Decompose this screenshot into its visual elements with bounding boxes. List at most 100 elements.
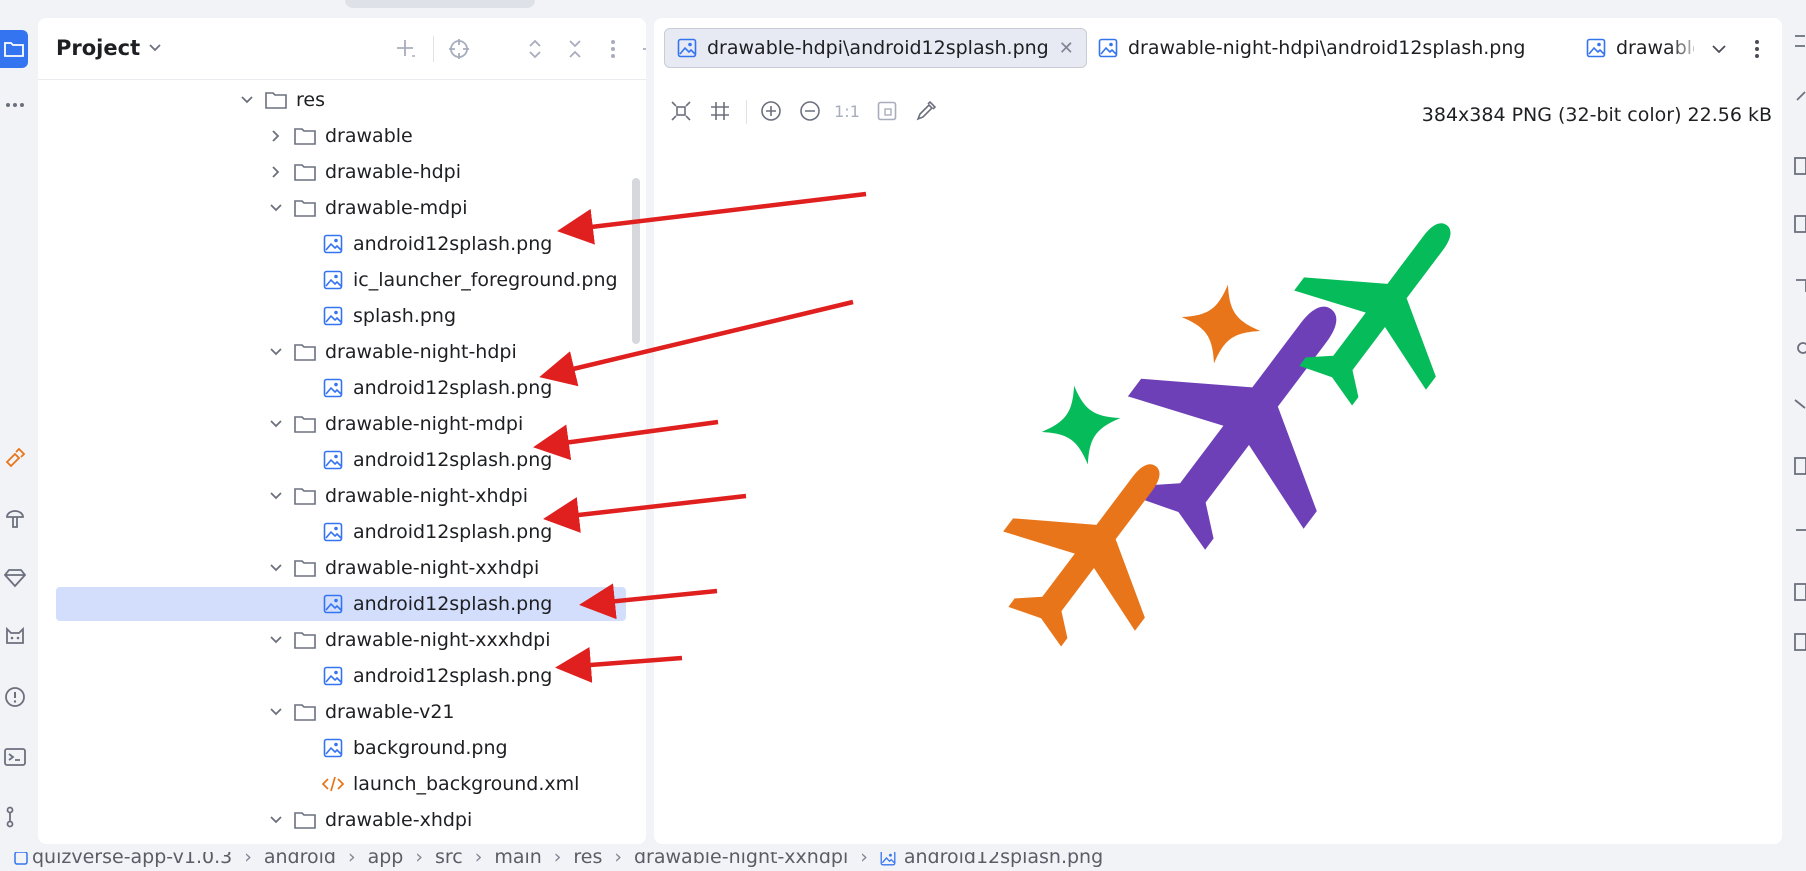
tree-folder-drawable-night-xxhdpi[interactable]: drawable-night-xxhdpi xyxy=(56,551,626,585)
tree-file-launch-background[interactable]: launch_background.xml xyxy=(56,767,626,801)
chevron-down-icon[interactable] xyxy=(265,413,287,435)
expand-all-icon[interactable] xyxy=(522,36,548,62)
fit-zoom-icon[interactable] xyxy=(668,98,694,124)
device-manager-button[interactable] xyxy=(0,502,30,536)
project-tool-button[interactable] xyxy=(0,30,28,68)
editor-tab-bar: drawable-hdpi\android12splash.png ✕ draw… xyxy=(654,18,1782,80)
zoom-in-icon[interactable] xyxy=(758,98,784,124)
tree-item-label: launch_background.xml xyxy=(353,773,580,795)
terminal-icon xyxy=(4,748,26,766)
close-icon[interactable]: ✕ xyxy=(1059,38,1074,59)
breadcrumb-separator: › xyxy=(614,852,622,868)
right-tool-strip xyxy=(1787,0,1806,871)
orange-plane-shape xyxy=(968,416,1222,677)
logcat-tool-button[interactable] xyxy=(0,620,30,654)
project-panel: Project res drawable drawable-hdpi drawa… xyxy=(38,18,646,844)
left-tool-strip xyxy=(0,0,36,871)
gem-tool-button[interactable] xyxy=(0,560,30,594)
chevron-down-icon[interactable] xyxy=(265,341,287,363)
chevron-down-icon[interactable] xyxy=(236,89,258,111)
folder-icon xyxy=(4,42,24,57)
breadcrumb-res[interactable]: res xyxy=(573,852,602,867)
tree-item-label: drawable-night-hdpi xyxy=(325,341,517,363)
problems-tool-button[interactable] xyxy=(0,680,30,714)
tab-label: drawable-hdpi\android12splash.png xyxy=(707,37,1049,59)
hide-panel-icon[interactable] xyxy=(640,36,646,62)
chevron-down-icon[interactable] xyxy=(265,809,287,831)
breadcrumb-file[interactable]: android12splash.png xyxy=(880,852,1103,867)
tree-file-android12splash[interactable]: android12splash.png xyxy=(56,227,626,261)
tree-file-android12splash[interactable]: android12splash.png xyxy=(56,371,626,405)
chevron-down-icon[interactable] xyxy=(265,629,287,651)
tree-item-label: drawable-xhdpi xyxy=(325,809,473,831)
more-horizontal-icon xyxy=(6,103,24,107)
color-picker-icon[interactable] xyxy=(913,98,939,124)
tree-item-label: drawable-night-xxhdpi xyxy=(325,557,540,579)
tree-file-android12splash[interactable]: android12splash.png xyxy=(56,659,626,693)
tree-folder-drawable-night-mdpi[interactable]: drawable-night-mdpi xyxy=(56,407,626,441)
tab-drawable-night-hdpi-android12splash[interactable]: drawable-night-hdpi\android12splash.png xyxy=(1086,28,1537,68)
tree-file-android12splash-selected[interactable]: android12splash.png xyxy=(56,587,626,621)
tree-item-label: android12splash.png xyxy=(353,449,553,471)
grid-icon[interactable] xyxy=(707,98,733,124)
locate-icon[interactable] xyxy=(446,36,472,62)
tree-folder-drawable-hdpi[interactable]: drawable-hdpi xyxy=(56,155,626,189)
breadcrumb-drawable-night-xxhdpi[interactable]: drawable-night-xxhdpi xyxy=(634,852,848,867)
tree-file-splash[interactable]: splash.png xyxy=(56,299,626,333)
tree-folder-drawable[interactable]: drawable xyxy=(56,119,626,153)
breadcrumb-src[interactable]: src xyxy=(435,852,463,867)
breadcrumb-separator: › xyxy=(553,852,562,868)
tree-item-label: drawable-mdpi xyxy=(325,197,468,219)
branch-icon xyxy=(6,806,14,828)
fit-window-icon[interactable] xyxy=(874,98,900,124)
tree-folder-res[interactable]: res xyxy=(56,83,626,117)
tree-item-label: drawable-night-xhdpi xyxy=(325,485,528,507)
project-view-selector[interactable]: Project xyxy=(56,36,162,60)
tab-options-icon[interactable] xyxy=(1744,36,1770,62)
terminal-tool-button[interactable] xyxy=(0,740,30,774)
tree-item-label: android12splash.png xyxy=(353,521,553,543)
tree-file-ic-launcher-foreground[interactable]: ic_launcher_foreground.png xyxy=(56,263,626,297)
zoom-out-icon[interactable] xyxy=(797,98,823,124)
breadcrumb-main[interactable]: main xyxy=(494,852,541,867)
hammer-icon xyxy=(5,448,26,468)
breadcrumb-android[interactable]: android xyxy=(264,852,336,867)
build-tool-button[interactable] xyxy=(0,442,30,476)
tab-drawable-hdpi-android12splash[interactable]: drawable-hdpi\android12splash.png ✕ xyxy=(664,28,1087,68)
git-tool-button[interactable] xyxy=(0,800,30,834)
tree-folder-drawable-night-xhdpi[interactable]: drawable-night-xhdpi xyxy=(56,479,626,513)
chevron-down-icon[interactable] xyxy=(265,197,287,219)
tree-folder-drawable-v21[interactable]: drawable-v21 xyxy=(56,695,626,729)
tree-folder-drawable-night-xxxhdpi[interactable]: drawable-night-xxxhdpi xyxy=(56,623,626,657)
options-icon[interactable] xyxy=(600,36,626,62)
folder-icon xyxy=(293,413,317,435)
tree-file-background[interactable]: background.png xyxy=(56,731,626,765)
tree-folder-drawable-mdpi[interactable]: drawable-mdpi xyxy=(56,191,626,225)
tree-item-label: splash.png xyxy=(353,305,457,327)
project-panel-header: Project xyxy=(38,18,646,80)
add-icon[interactable] xyxy=(394,36,420,62)
tree-scrollbar[interactable] xyxy=(632,178,640,344)
actual-size-button[interactable]: 1:1 xyxy=(834,98,860,124)
tree-file-android12splash[interactable]: android12splash.png xyxy=(56,443,626,477)
image-file-icon xyxy=(321,665,345,687)
collapse-all-icon[interactable] xyxy=(562,36,588,62)
chevron-right-icon[interactable] xyxy=(265,161,287,183)
breadcrumb-project[interactable]: quizverse-app-v1.0.3 xyxy=(14,852,232,867)
tree-folder-drawable-night-hdpi[interactable]: drawable-night-hdpi xyxy=(56,335,626,369)
breadcrumb-app[interactable]: app xyxy=(368,852,404,867)
orange-star-shape xyxy=(1174,277,1268,371)
chevron-right-icon[interactable] xyxy=(265,125,287,147)
tree-folder-drawable-xhdpi[interactable]: drawable-xhdpi xyxy=(56,803,626,837)
chevron-down-icon[interactable] xyxy=(265,557,287,579)
chevron-down-icon[interactable] xyxy=(265,485,287,507)
breadcrumb-separator: › xyxy=(244,852,252,868)
chevron-down-icon[interactable] xyxy=(265,701,287,723)
chevron-down-icon[interactable] xyxy=(1706,36,1732,62)
tree-file-android12splash[interactable]: android12splash.png xyxy=(56,515,626,549)
tree-item-label: drawable-v21 xyxy=(325,701,455,723)
tab-drawable-truncated[interactable]: drawable xyxy=(1574,28,1694,68)
image-file-icon xyxy=(880,852,896,865)
tree-item-label: drawable-night-mdpi xyxy=(325,413,524,435)
more-tools-button[interactable] xyxy=(0,88,30,122)
